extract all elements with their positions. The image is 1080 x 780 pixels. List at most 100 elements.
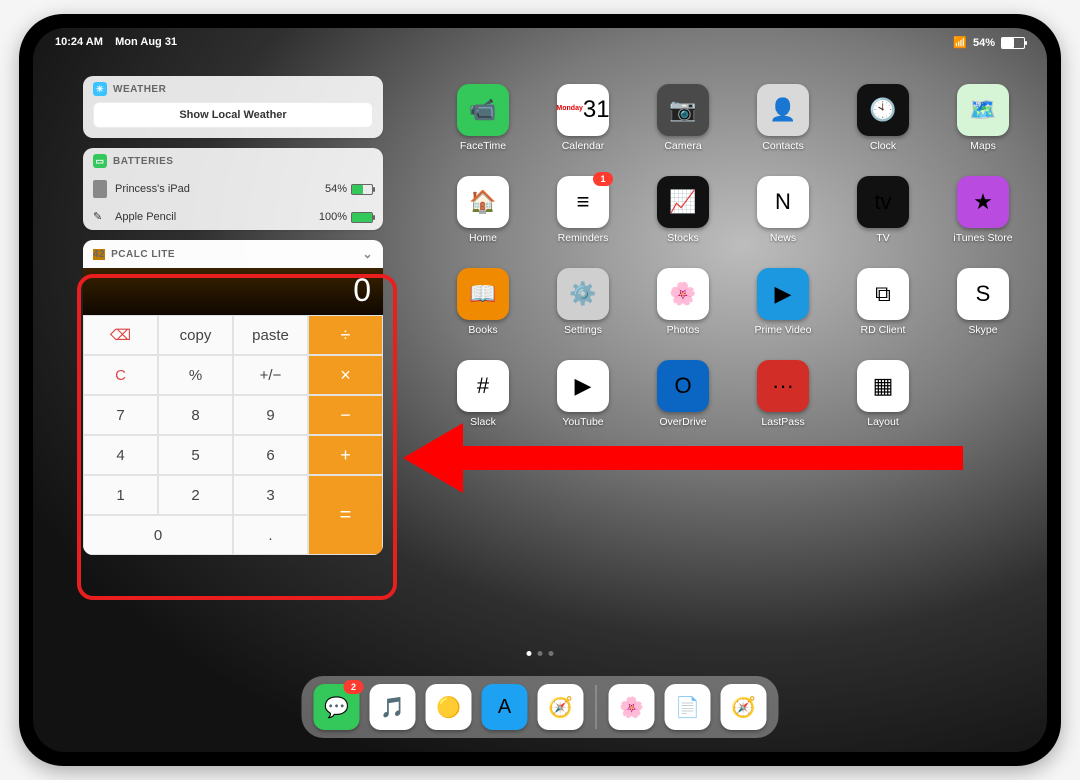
app-label: TV (876, 232, 889, 244)
app-calendar[interactable]: Monday31Calendar (533, 84, 633, 152)
app-clock[interactable]: 🕙Clock (833, 84, 933, 152)
app-rd-client[interactable]: ⧉RD Client (833, 268, 933, 336)
app-label: Calendar (562, 140, 605, 152)
key-9[interactable]: 9 (233, 395, 308, 435)
app-label: Prime Video (754, 324, 811, 336)
app-skype[interactable]: S Skype (933, 268, 1033, 336)
key-divide[interactable]: ÷ (308, 315, 383, 355)
pcalc-widget[interactable]: 42 PCALC LITE ⌄ 0 ⌫ copy paste ÷ C % +/−… (83, 240, 383, 555)
app-slack[interactable]: # Slack (433, 360, 533, 428)
key-6[interactable]: 6 (233, 435, 308, 475)
app-icon: 👤 (757, 84, 809, 136)
show-local-weather-button[interactable]: Show Local Weather (93, 102, 373, 128)
key-percent[interactable]: % (158, 355, 233, 395)
app-icon: ▦ (857, 360, 909, 412)
weather-widget[interactable]: ☀ WEATHER Show Local Weather (83, 76, 383, 138)
dock[interactable]: 💬2🎵🟡A🧭🌸📄🧭 (302, 676, 779, 738)
key-backspace[interactable]: ⌫ (83, 315, 158, 355)
badge: 2 (344, 680, 364, 694)
app-icon: 🌸 (657, 268, 709, 320)
app-contacts[interactable]: 👤 Contacts (733, 84, 833, 152)
dock-app-chrome[interactable]: 🟡 (426, 684, 472, 730)
app-lastpass[interactable]: ···LastPass (733, 360, 833, 428)
key-multiply[interactable]: × (308, 355, 383, 395)
app-label: News (770, 232, 796, 244)
app-icon: S (957, 268, 1009, 320)
batteries-widget[interactable]: ▭ BATTERIES Princess's iPad 54% ✎Apple P… (83, 148, 383, 230)
app-label: Clock (870, 140, 896, 152)
app-facetime[interactable]: 📹FaceTime (433, 84, 533, 152)
chevron-down-icon[interactable]: ⌄ (362, 247, 373, 261)
key-1[interactable]: 1 (83, 475, 158, 515)
pcalc-icon: 42 (93, 249, 105, 260)
app-label: FaceTime (460, 140, 506, 152)
app-youtube[interactable]: ▶YouTube (533, 360, 633, 428)
app-photos[interactable]: 🌸Photos (633, 268, 733, 336)
key-copy[interactable]: copy (158, 315, 233, 355)
app-icon: 📈 (657, 176, 709, 228)
key-plus[interactable]: + (308, 435, 383, 475)
weather-icon: ☀ (93, 82, 107, 96)
key-2[interactable]: 2 (158, 475, 233, 515)
ipad-icon (93, 180, 107, 198)
app-icon: # (457, 360, 509, 412)
app-stocks[interactable]: 📈 Stocks (633, 176, 733, 244)
app-settings[interactable]: ⚙️Settings (533, 268, 633, 336)
key-paste[interactable]: paste (233, 315, 308, 355)
app-tv[interactable]: tvTV (833, 176, 933, 244)
app-icon: ··· (757, 360, 809, 412)
page-indicator[interactable] (527, 651, 554, 656)
key-sign[interactable]: +/− (233, 355, 308, 395)
app-label: OverDrive (659, 416, 706, 428)
dock-app-photos[interactable]: 🌸 (609, 684, 655, 730)
key-minus[interactable]: − (308, 395, 383, 435)
dock-app-docs[interactable]: 📄 (665, 684, 711, 730)
calc-keypad: ⌫ copy paste ÷ C % +/− × 7 8 9 − 4 5 6 +… (83, 315, 383, 555)
battery-pct: 54% (325, 183, 347, 195)
app-news[interactable]: NNews (733, 176, 833, 244)
app-overdrive[interactable]: O OverDrive (633, 360, 733, 428)
app-icon: 🗺️ (957, 84, 1009, 136)
annotation-arrow-icon (403, 418, 963, 498)
key-7[interactable]: 7 (83, 395, 158, 435)
app-itunes-store[interactable]: ★iTunes Store (933, 176, 1033, 244)
badge: 1 (593, 172, 613, 186)
app-prime-video[interactable]: ▶Prime Video (733, 268, 833, 336)
app-books[interactable]: 📖Books (433, 268, 533, 336)
dock-app-safari[interactable]: 🧭 (721, 684, 767, 730)
app-icon: O (657, 360, 709, 412)
app-camera[interactable]: 📷Camera (633, 84, 733, 152)
dock-app-app-store[interactable]: A (482, 684, 528, 730)
key-3[interactable]: 3 (233, 475, 308, 515)
home-screen-apps[interactable]: 📹FaceTimeMonday31Calendar📷Camera 👤 Contact… (433, 84, 1033, 428)
key-5[interactable]: 5 (158, 435, 233, 475)
app-home[interactable]: 🏠Home (433, 176, 533, 244)
key-clear[interactable]: C (83, 355, 158, 395)
dock-app-messages[interactable]: 💬2 (314, 684, 360, 730)
app-label: Slack (470, 416, 496, 428)
app-layout[interactable]: ▦ Layout (833, 360, 933, 428)
app-label: Contacts (762, 140, 803, 152)
app-label: RD Client (861, 324, 906, 336)
key-equals[interactable]: = (308, 475, 383, 555)
app-maps[interactable]: 🗺️Maps (933, 84, 1033, 152)
today-view[interactable]: ☀ WEATHER Show Local Weather ▭ BATTERIES… (83, 76, 383, 555)
app-label: Stocks (667, 232, 699, 244)
battery-name: Princess's iPad (115, 183, 190, 195)
key-dot[interactable]: . (233, 515, 308, 555)
status-battery-pct: 54% (973, 37, 995, 49)
key-0[interactable]: 0 (83, 515, 233, 555)
key-8[interactable]: 8 (158, 395, 233, 435)
calc-display: 0 (83, 268, 383, 315)
app-icon: 🏠 (457, 176, 509, 228)
app-label: Layout (867, 416, 899, 428)
pencil-icon: ✎ (93, 210, 107, 224)
app-reminders[interactable]: ≡1Reminders (533, 176, 633, 244)
dock-app-safari[interactable]: 🧭 (538, 684, 584, 730)
battery-row-ipad: Princess's iPad 54% (83, 174, 383, 204)
app-label: Settings (564, 324, 602, 336)
app-icon: 📷 (657, 84, 709, 136)
app-label: Skype (968, 324, 997, 336)
key-4[interactable]: 4 (83, 435, 158, 475)
dock-app-music[interactable]: 🎵 (370, 684, 416, 730)
